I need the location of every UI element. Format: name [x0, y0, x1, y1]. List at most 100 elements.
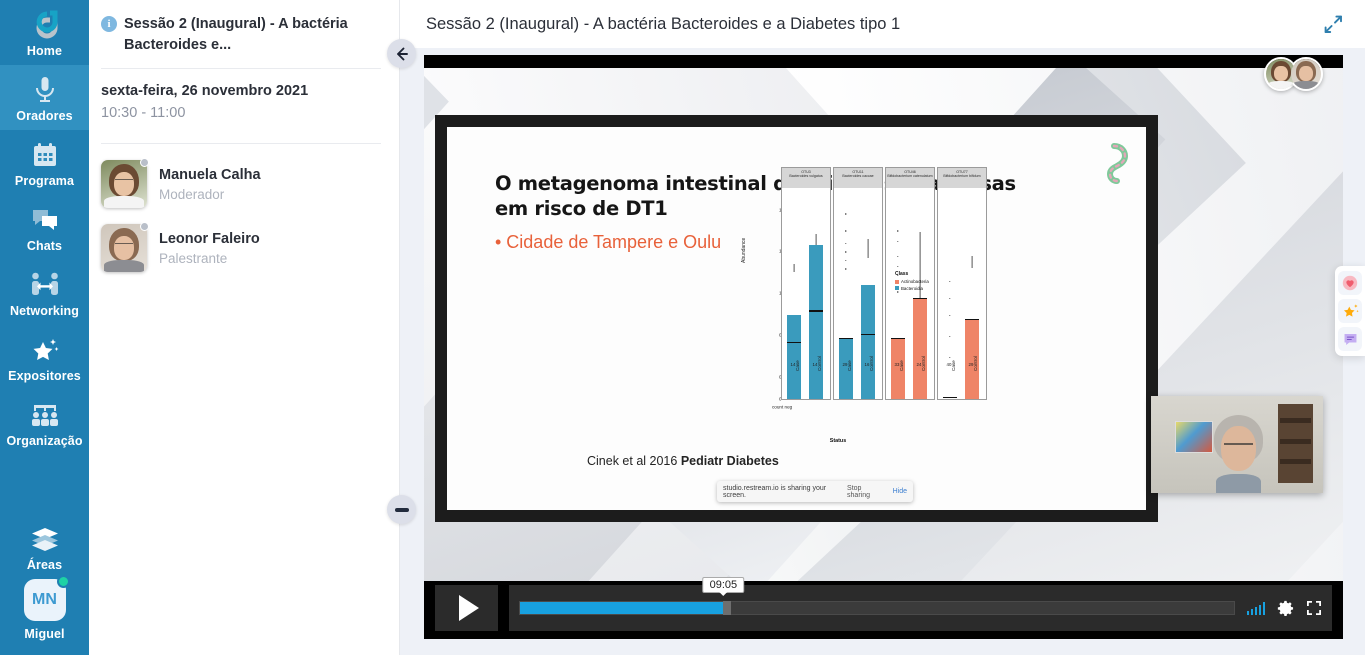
- star-sparkle-icon: [31, 334, 59, 366]
- x-tick: Case: [899, 360, 904, 371]
- panel-otu: OTU46: [904, 170, 916, 174]
- panel-otu: OTU77: [956, 170, 968, 174]
- chart-y-axis-label: Abundance: [741, 237, 747, 263]
- sidebar-item-label: Home: [26, 44, 63, 58]
- x-tick: Control: [973, 356, 978, 371]
- x-tick: Case: [847, 360, 852, 371]
- citation-bold: Pediatr Diabetes: [680, 454, 779, 468]
- slide-citation: Cinek et al 2016 Pediatr Diabetes: [587, 454, 779, 468]
- sidebar-item-programa[interactable]: Programa: [0, 130, 89, 195]
- webcam-pip[interactable]: [1151, 396, 1323, 493]
- layers-icon: [30, 523, 60, 555]
- player-controls: 09:05: [424, 577, 1343, 639]
- panel-header: OTU11 Bacteroides caccae: [833, 167, 883, 189]
- sidebar-item-oradores[interactable]: Oradores: [0, 65, 89, 130]
- fullscreen-button[interactable]: [1306, 600, 1322, 616]
- minus-icon: [394, 507, 409, 512]
- heart-reaction-button[interactable]: [1338, 271, 1362, 295]
- play-button[interactable]: [435, 585, 498, 631]
- person-text: Manuela Calha Moderador: [159, 167, 261, 202]
- list-item[interactable]: Leonor Faleiro Palestrante: [101, 222, 381, 273]
- avatar: [101, 224, 147, 273]
- panel-header: OTU46 Bifidobacterium catenulatum: [885, 167, 935, 189]
- panel-otu: OTU11: [852, 170, 864, 174]
- divider: [101, 143, 381, 145]
- settings-button[interactable]: [1277, 600, 1294, 617]
- sidebar-item-expositores[interactable]: Expositores: [0, 325, 89, 390]
- session-title-row: i Sessão 2 (Inaugural) - A bactéria Bact…: [101, 14, 381, 56]
- progress-track[interactable]: 09:05: [519, 577, 1235, 615]
- volume-bars-icon: [1246, 601, 1265, 615]
- legend-entry: Actinobacteria: [895, 279, 929, 284]
- video-player[interactable]: O metagenoma intestinal de crianças Fila…: [424, 55, 1343, 639]
- legend-label: Actinobacteria: [901, 279, 929, 284]
- control-bar: 09:05: [509, 577, 1332, 631]
- info-icon: i: [101, 16, 117, 32]
- page-title: Sessão 2 (Inaugural) - A bactéria Bacter…: [426, 14, 901, 33]
- avatar: [101, 160, 147, 209]
- home-logo-icon: [30, 9, 60, 41]
- list-item[interactable]: Manuela Calha Moderador: [101, 158, 381, 209]
- chat-bubbles-icon: [31, 204, 59, 236]
- stop-sharing-button[interactable]: Stop sharing: [842, 485, 889, 499]
- sidebar-item-label: Programa: [14, 174, 75, 188]
- hide-share-bar-button[interactable]: Hide: [889, 488, 907, 495]
- avatar[interactable]: [1289, 57, 1323, 91]
- sidebar-user-profile[interactable]: MN Miguel: [23, 575, 70, 655]
- sidebar-item-label: Networking: [9, 304, 80, 318]
- minimize-panel-button[interactable]: [387, 495, 416, 524]
- legend-swatch: [895, 279, 899, 284]
- microphone-icon: [32, 74, 58, 106]
- x-tick: Case: [951, 360, 956, 371]
- session-time: 10:30 - 11:00: [101, 105, 186, 122]
- volume-button[interactable]: [1246, 601, 1265, 615]
- collapse-panel-back-button[interactable]: [387, 39, 416, 68]
- scrubber-handle[interactable]: [723, 601, 732, 615]
- chat-reaction-button[interactable]: [1338, 327, 1362, 351]
- legend-entry: Bacteroidia: [895, 286, 929, 291]
- sidebar-item-label: Áreas: [26, 558, 63, 572]
- panel-plot: [885, 188, 935, 400]
- session-date: sexta-feira, 26 novembro 2021: [101, 83, 309, 100]
- person-thumb-wrap: [101, 222, 149, 273]
- person-text: Leonor Faleiro Palestrante: [159, 231, 260, 266]
- sidebar-item-areas[interactable]: Áreas: [0, 514, 89, 579]
- expand-diagonal-icon[interactable]: [1319, 10, 1347, 38]
- chat-icon: [1344, 333, 1356, 345]
- person-role: Moderador: [159, 186, 225, 202]
- fullscreen-icon: [1307, 601, 1321, 615]
- main-area: Sessão 2 (Inaugural) - A bactéria Bacter…: [400, 0, 1365, 655]
- x-tick: Control: [869, 356, 874, 371]
- person-role: Palestrante: [159, 250, 228, 266]
- heart-icon: [1342, 275, 1358, 291]
- status-dot: [140, 222, 149, 232]
- sidebar-item-label: Chats: [26, 239, 63, 253]
- organization-people-icon: [30, 399, 60, 431]
- gear-icon: [1277, 600, 1294, 616]
- networking-people-icon: [30, 269, 60, 301]
- screen-share-bar: studio.restream.io is sharing your scree…: [717, 481, 913, 502]
- slide-bullet: • Cidade de Tampere e Oulu: [495, 232, 722, 252]
- person-name: Manuela Calha: [159, 166, 261, 183]
- person-name: Leonor Faleiro: [159, 230, 260, 247]
- sidebar-item-chats[interactable]: Chats: [0, 195, 89, 260]
- panel-header: OTU77 Bifidobacterium bifidum: [937, 167, 987, 189]
- sidebar-item-networking[interactable]: Networking: [0, 260, 89, 325]
- sidebar-user-label: Miguel: [24, 627, 65, 641]
- sidebar-item-home[interactable]: Home: [0, 0, 89, 65]
- session-info-panel: i Sessão 2 (Inaugural) - A bactéria Bact…: [89, 0, 400, 655]
- presentation-slide: O metagenoma intestinal de crianças Fila…: [447, 127, 1146, 510]
- panel-plot: [937, 188, 987, 400]
- panel-otu: OTU3: [801, 170, 811, 174]
- panel-taxon: Bacteroides caccae: [842, 174, 874, 179]
- shared-slide-frame: O metagenoma intestinal de crianças Fila…: [435, 115, 1158, 522]
- x-tick: Case: [795, 360, 800, 371]
- sidebar-item-label: Organização: [6, 434, 83, 448]
- person-thumb-wrap: [101, 158, 149, 209]
- pip-speaker-face: [1213, 415, 1265, 493]
- play-icon: [458, 595, 479, 621]
- sidebar-item-label: Oradores: [16, 109, 73, 123]
- sidebar-item-organizacao[interactable]: Organização: [0, 390, 89, 455]
- time-tooltip: 09:05: [702, 577, 745, 596]
- star-reaction-button[interactable]: [1338, 299, 1362, 323]
